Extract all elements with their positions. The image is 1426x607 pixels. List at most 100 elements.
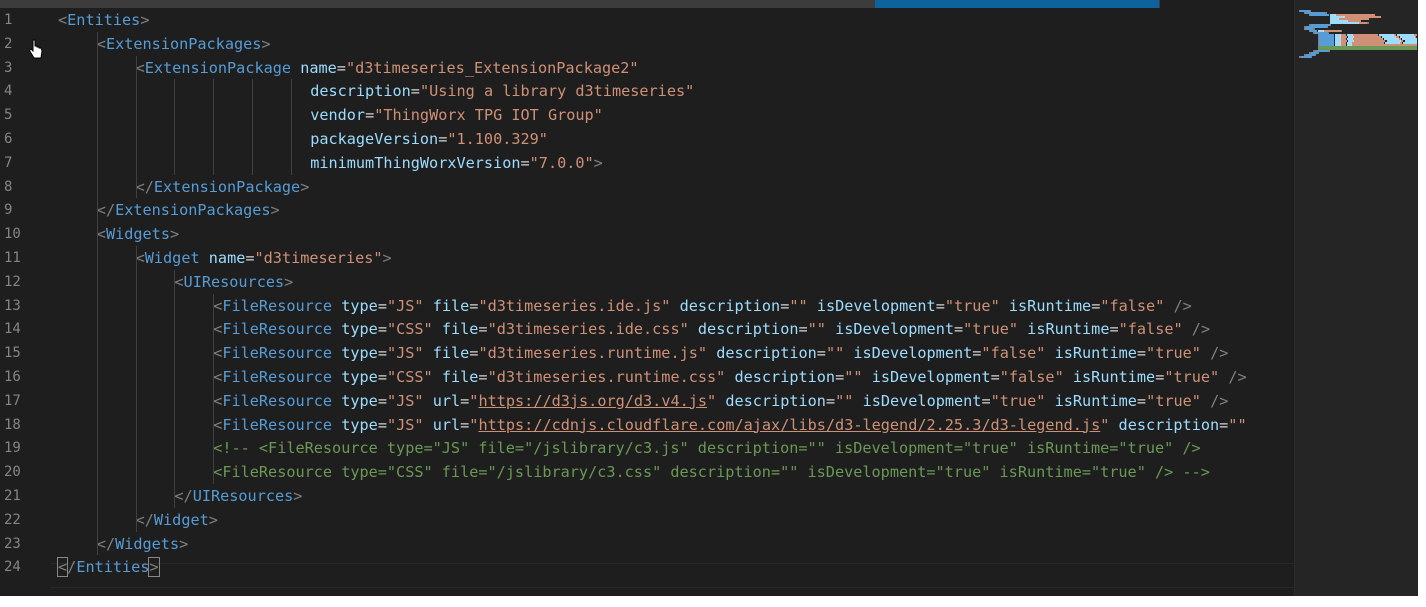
code-token-br: > xyxy=(382,249,392,267)
code-token-br: > xyxy=(261,34,271,53)
code-token-br: /> xyxy=(1210,344,1229,363)
code-line: </ExtensionPackages> xyxy=(97,198,280,222)
code-token-str: "" xyxy=(789,296,808,315)
code-token-eq: = xyxy=(1136,391,1147,410)
code-token-str: "" xyxy=(844,368,863,386)
code-token-eq: = xyxy=(835,368,845,386)
code-token-eq xyxy=(433,320,442,338)
code-token-br: > xyxy=(293,487,303,505)
code-token-eq xyxy=(291,59,300,77)
code-token-attr: type xyxy=(341,296,378,315)
code-token-str: "7.0.0" xyxy=(529,153,594,172)
indent-guide xyxy=(135,246,137,532)
code-token-eq: = xyxy=(1091,296,1101,315)
minimap[interactable] xyxy=(1294,0,1420,598)
code-token-eq: = xyxy=(377,320,387,339)
code-token-attr: description xyxy=(697,320,799,339)
code-area[interactable]: <Entities> <ExtensionPackages> <ExtensionP… xyxy=(0,8,1294,598)
code-token-str: "JS" xyxy=(386,296,424,315)
code-token-eq xyxy=(433,368,442,386)
code-token-tag: ExtensionPackage xyxy=(153,177,301,196)
code-line: </ExtensionPackage> xyxy=(136,175,310,199)
code-token-eq xyxy=(1064,368,1073,386)
code-token-br: > xyxy=(300,177,310,196)
code-token-str: "false" xyxy=(1100,296,1165,315)
code-token-str: "d3timeseries_ExtensionPackage2" xyxy=(345,58,639,77)
code-token-br: </ xyxy=(135,510,154,529)
code-token-eq: = xyxy=(935,296,945,315)
code-token-eq xyxy=(424,344,433,362)
code-token-eq xyxy=(332,368,341,386)
code-token-br: </ xyxy=(174,487,193,505)
code-token-br: < xyxy=(213,368,223,386)
code-token-eq: = xyxy=(816,344,826,363)
minimap-token xyxy=(1309,14,1329,16)
code-token-attr: isDevelopment xyxy=(853,344,973,363)
code-token-attr: description xyxy=(679,296,781,315)
code-token-attr: isDevelopment xyxy=(816,296,936,315)
code-line: <FileResource type="CSS" file="d3timeser… xyxy=(213,365,1246,389)
code-token-eq xyxy=(707,344,716,362)
code-token-attr: url xyxy=(432,391,461,410)
code-token-eq xyxy=(863,368,872,386)
code-token-eq xyxy=(1109,416,1118,434)
code-token-tag: Widget xyxy=(153,510,209,529)
code-token-url[interactable]: https://cdnjs.cloudflare.com/ajax/libs/d… xyxy=(478,416,1100,434)
code-token-br: > xyxy=(169,225,180,244)
code-token-eq xyxy=(424,392,433,410)
code-token-eq xyxy=(853,392,862,410)
indent-guide xyxy=(174,269,176,508)
code-token-br: > xyxy=(179,534,189,553)
indent-guide xyxy=(174,79,176,175)
code-editor[interactable]: 1 2 3 4 5 6 7 8 9 10 11 12 13 14 15 16 17 18 19 20 21 22 23 24 … xyxy=(0,0,1420,598)
code-token-eq: = xyxy=(1155,368,1165,386)
code-token-eq: = xyxy=(1219,415,1229,434)
code-token-br: </ xyxy=(96,201,116,220)
code-token-eq xyxy=(1164,297,1173,315)
code-token-br: </ xyxy=(135,177,154,196)
hand-pointer-icon xyxy=(28,39,43,59)
code-token-str: "false" xyxy=(1118,320,1183,339)
code-token-eq: = xyxy=(478,368,488,386)
code-token-br: < xyxy=(213,344,223,363)
code-token-br: > xyxy=(208,510,218,529)
code-token-str: "true" xyxy=(963,320,1019,339)
code-token-br: < xyxy=(135,58,145,77)
minimap-token xyxy=(1359,22,1368,24)
code-token-eq xyxy=(716,392,725,410)
code-token-eq: = xyxy=(478,320,488,339)
code-token-br: / xyxy=(67,558,77,577)
code-line: <Entities> xyxy=(58,8,149,32)
code-token-attr: description xyxy=(734,368,836,386)
code-line: </Widgets> xyxy=(97,532,188,556)
code-token-eq: = xyxy=(1109,320,1119,339)
code-token-eq xyxy=(200,249,209,267)
code-token-br: < xyxy=(56,557,69,578)
indent-guide xyxy=(135,55,137,199)
code-token-str: "1.100.329" xyxy=(447,130,548,148)
code-token-str: "CSS" xyxy=(386,320,433,339)
code-token-eq xyxy=(332,320,341,338)
code-line: <FileResource type="JS" file="d3timeseri… xyxy=(213,341,1228,365)
code-token-eq: = xyxy=(460,415,470,434)
code-token-str: "d3timeseries" xyxy=(254,249,383,267)
code-token-br: < xyxy=(96,34,106,53)
code-token-eq: = xyxy=(825,391,836,410)
code-token-tag: ExtensionPackages xyxy=(105,34,262,53)
code-token-attr: file xyxy=(432,296,470,315)
code-token-attr: name xyxy=(208,249,246,267)
code-token-br: > xyxy=(140,11,150,29)
code-token-tag: ExtensionPackage xyxy=(144,58,292,77)
code-token-br: < xyxy=(213,296,223,315)
code-token-attr: description xyxy=(716,344,817,363)
code-token-url[interactable]: https://d3js.org/d3.v4.js xyxy=(478,392,707,410)
code-token-br: /> xyxy=(1210,391,1229,410)
code-token-com: <FileResource type="CSS" file="/jslibrar… xyxy=(213,463,1210,482)
code-line: description="Using a library d3timeserie… xyxy=(310,79,694,103)
code-token-eq: = xyxy=(798,320,808,339)
code-token-eq xyxy=(332,392,341,410)
code-token-eq: = xyxy=(780,296,790,315)
code-token-attr: isRuntime xyxy=(1054,391,1137,410)
code-token-eq: = xyxy=(460,391,470,410)
code-token-tag: Entities xyxy=(76,558,150,577)
